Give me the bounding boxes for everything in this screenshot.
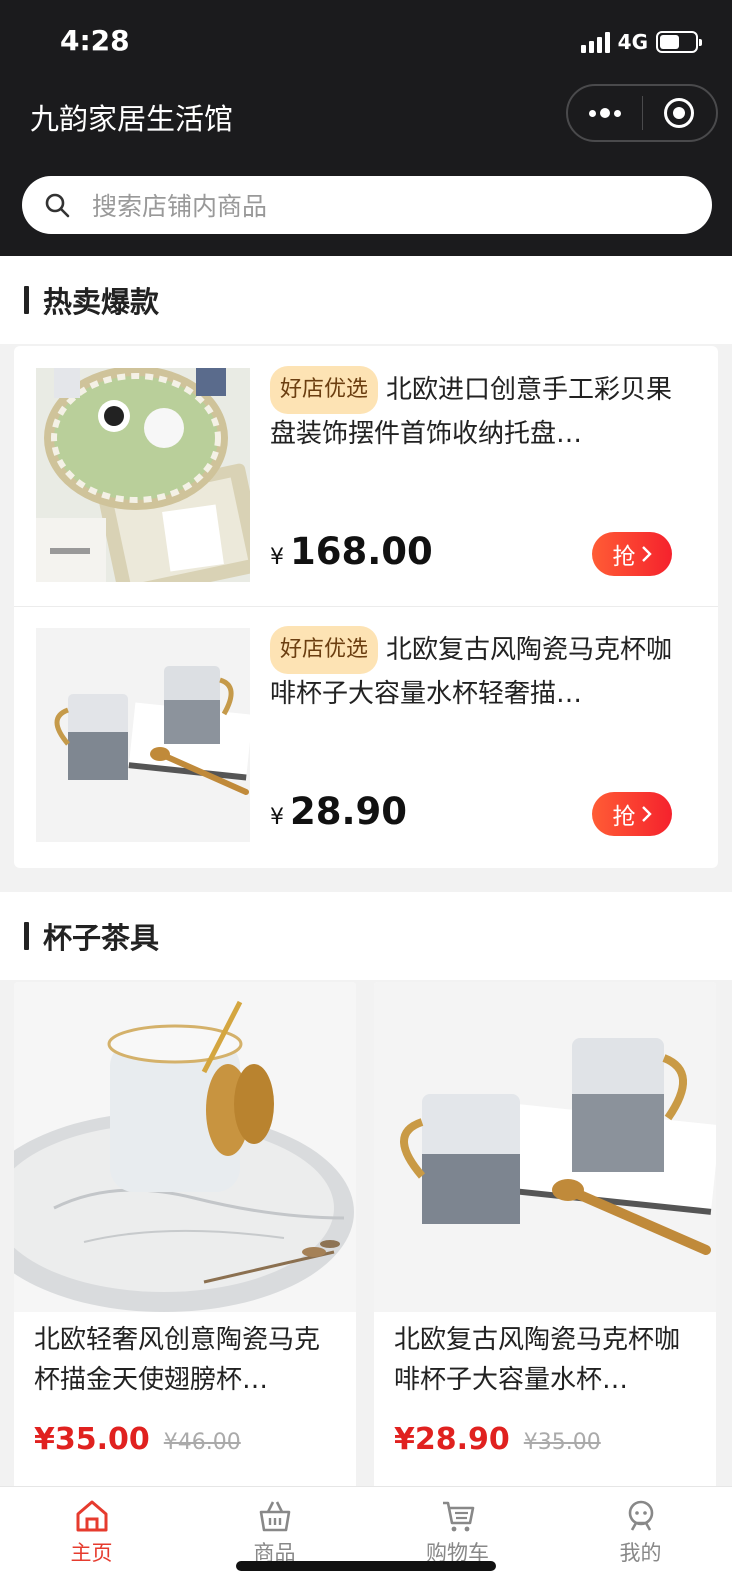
profile-icon [628, 1500, 653, 1531]
section-marker [24, 286, 29, 314]
basket-icon [259, 1501, 290, 1532]
section-title: 杯子茶具 [43, 921, 160, 955]
section-hot-header: 热卖爆款 [0, 256, 732, 344]
product-title: 北欧轻奢风创意陶瓷马克杯描金天使翅膀杯… [34, 1325, 321, 1395]
product-image-angel-wing-mug [14, 982, 356, 1312]
price-value: 28.90 [290, 790, 408, 833]
store-pick-badge: 好店优选 [270, 366, 379, 414]
more-dots-icon [588, 108, 621, 118]
hot-product-item[interactable]: 好店优选 北欧复古风陶瓷马克杯咖啡杯子大容量水杯轻奢描… ¥28.90 抢 [14, 606, 718, 866]
product-image-marble-mugs [36, 628, 250, 842]
grid-product-card[interactable]: 北欧轻奢风创意陶瓷马克杯描金天使翅膀杯… ¥35.00 ¥46.00 [14, 982, 356, 1492]
original-price: ¥35.00 [523, 1430, 601, 1455]
shop-title: 九韵家居生活馆 [30, 102, 234, 136]
section-cups-header: 杯子茶具 [0, 892, 732, 980]
battery-icon [656, 31, 702, 53]
grab-label: 抢 [612, 544, 636, 570]
close-program-button[interactable] [643, 86, 717, 140]
mini-program-capsule [566, 84, 718, 142]
status-time: 4:28 [60, 24, 130, 57]
app-header: 4:28 4G 九韵家居生活馆 搜索店铺内商品 [0, 0, 732, 256]
current-price: ¥28.90 [394, 1422, 510, 1457]
grid-product-card[interactable]: 北欧复古风陶瓷马克杯咖啡杯子大容量水杯… ¥28.90 ¥35.00 [374, 982, 716, 1492]
tab-home[interactable]: 主页 [0, 1487, 183, 1584]
product-price: ¥168.00 [270, 530, 433, 573]
product-title: 北欧复古风陶瓷马克杯咖啡杯子大容量水杯… [394, 1325, 681, 1395]
section-marker [24, 922, 29, 950]
target-icon [664, 98, 695, 128]
tab-label: 主页 [70, 1541, 113, 1565]
product-image-marble-mugs [374, 982, 716, 1312]
price-value: 168.00 [290, 530, 433, 573]
status-indicators: 4G [580, 30, 702, 54]
chevron-right-icon [641, 806, 652, 822]
product-price: ¥28.90 [270, 790, 407, 833]
store-pick-badge: 好店优选 [270, 626, 379, 674]
cart-icon [442, 1501, 474, 1532]
tab-label: 我的 [619, 1541, 662, 1565]
search-placeholder: 搜索店铺内商品 [92, 192, 268, 221]
product-price-row: ¥28.90 ¥35.00 [394, 1422, 601, 1457]
hot-products-card: 好店优选 北欧进口创意手工彩贝果盘装饰摆件首饰收纳托盘… ¥168.00 抢 好店… [14, 346, 718, 868]
product-title: 好店优选 北欧复古风陶瓷马克杯咖啡杯子大容量水杯轻奢描… [270, 626, 680, 706]
grab-button[interactable]: 抢 [592, 792, 672, 836]
product-image-shell-tray [36, 368, 250, 582]
signal-icon [580, 31, 610, 53]
grab-label: 抢 [612, 804, 636, 830]
section-title: 热卖爆款 [43, 285, 160, 319]
home-icon [76, 1500, 107, 1532]
home-indicator [236, 1561, 496, 1571]
currency-symbol: ¥ [270, 805, 284, 830]
search-icon [45, 193, 70, 218]
product-title: 好店优选 北欧进口创意手工彩贝果盘装饰摆件首饰收纳托盘… [270, 366, 680, 446]
network-label: 4G [617, 30, 648, 54]
original-price: ¥46.00 [163, 1430, 241, 1455]
grab-button[interactable]: 抢 [592, 532, 672, 576]
more-menu-button[interactable] [568, 86, 642, 140]
tab-profile[interactable]: 我的 [549, 1487, 732, 1584]
product-price-row: ¥35.00 ¥46.00 [34, 1422, 241, 1457]
currency-symbol: ¥ [270, 545, 284, 570]
current-price: ¥35.00 [34, 1422, 150, 1457]
hot-product-item[interactable]: 好店优选 北欧进口创意手工彩贝果盘装饰摆件首饰收纳托盘… ¥168.00 抢 [14, 346, 718, 606]
search-bar[interactable]: 搜索店铺内商品 [22, 176, 712, 234]
chevron-right-icon [641, 546, 652, 562]
